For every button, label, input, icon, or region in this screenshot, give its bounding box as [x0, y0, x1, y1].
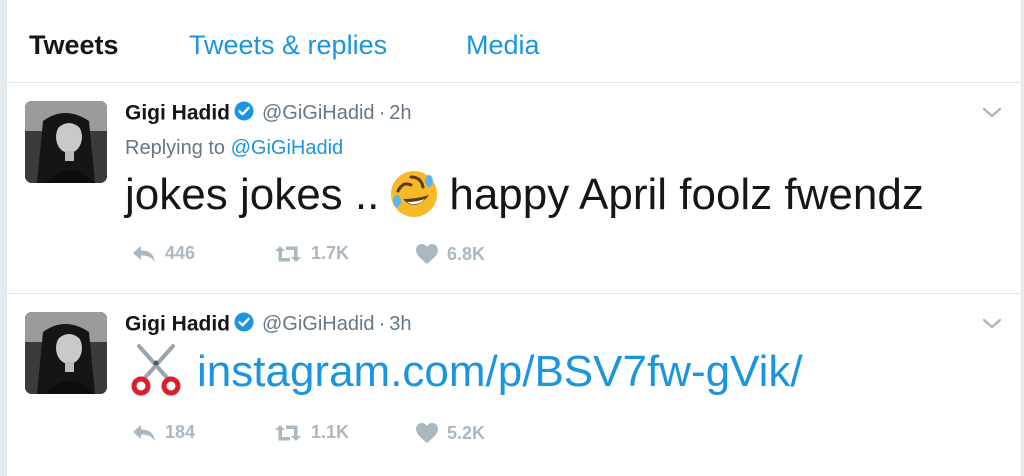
retweet-icon [275, 424, 301, 441]
tab-tweets-and-replies[interactable]: Tweets & replies [189, 29, 387, 61]
timestamp[interactable]: 2h [389, 102, 411, 124]
tweet-link[interactable]: instagram.com/p/BSV7fw-gVik/ [197, 347, 803, 396]
retweet-button[interactable]: 1.1K [273, 422, 349, 452]
reply-button[interactable]: 184 [131, 422, 195, 452]
tweet-text-start: jokes jokes .. [125, 170, 380, 219]
avatar[interactable] [25, 101, 107, 183]
retweet-icon [275, 245, 301, 262]
reply-count: 184 [165, 422, 196, 442]
reply-button[interactable]: 446 [131, 243, 195, 273]
tweet[interactable]: Gigi Hadid @GiGiHadid · 2h Replying to @Gi… [7, 83, 1021, 294]
user-handle[interactable]: @GiGiHadid [262, 313, 375, 335]
tweet-text: jokes jokes .. happy April foolz fwendz [125, 167, 924, 233]
verified-badge-icon [234, 312, 254, 337]
reply-icon [133, 424, 155, 441]
display-name[interactable]: Gigi Hadid [125, 102, 230, 125]
tweet-text: instagram.com/p/BSV7fw-gVik/ [129, 342, 803, 410]
chevron-down-icon[interactable] [981, 316, 1003, 332]
tab-media[interactable]: Media [466, 29, 540, 61]
like-button[interactable]: 5.2K [415, 422, 485, 452]
tweet-header: Gigi Hadid @GiGiHadid · 2h [125, 101, 411, 131]
timeline-tabs: Tweets Tweets & replies Media [7, 0, 1021, 83]
scissors-emoji-icon [129, 342, 183, 410]
heart-icon [416, 423, 438, 443]
replying-to-link[interactable]: @GiGiHadid [231, 137, 344, 159]
tweet-text-end: happy April foolz fwendz [449, 170, 924, 219]
timestamp[interactable]: 3h [389, 313, 411, 335]
reply-icon [133, 245, 155, 262]
like-count: 5.2K [447, 422, 486, 443]
user-handle[interactable]: @GiGiHadid [262, 102, 375, 124]
profile-timeline: Tweets Tweets & replies Media Gigi Hadid… [6, 0, 1022, 476]
like-count: 6.8K [447, 243, 486, 264]
verified-badge-icon [234, 101, 254, 126]
replying-to: Replying to @GiGiHadid [125, 137, 343, 160]
retweet-count: 1.7K [311, 243, 350, 263]
tab-tweets[interactable]: Tweets [29, 29, 119, 61]
reply-count: 446 [165, 243, 196, 263]
retweet-count: 1.1K [311, 422, 350, 442]
heart-icon [416, 244, 438, 264]
rolling-on-floor-laughing-emoji-icon [389, 169, 439, 233]
separator-dot: · [378, 102, 386, 124]
avatar[interactable] [25, 312, 107, 394]
tweet-header: Gigi Hadid @GiGiHadid · 3h [125, 312, 411, 342]
retweet-button[interactable]: 1.7K [273, 243, 349, 273]
replying-to-label: Replying to [125, 137, 226, 159]
tweet[interactable]: Gigi Hadid @GiGiHadid · 3h instagram.com/p… [7, 294, 1021, 476]
display-name[interactable]: Gigi Hadid [125, 313, 230, 336]
like-button[interactable]: 6.8K [415, 243, 485, 273]
chevron-down-icon[interactable] [981, 105, 1003, 121]
separator-dot: · [378, 313, 386, 335]
